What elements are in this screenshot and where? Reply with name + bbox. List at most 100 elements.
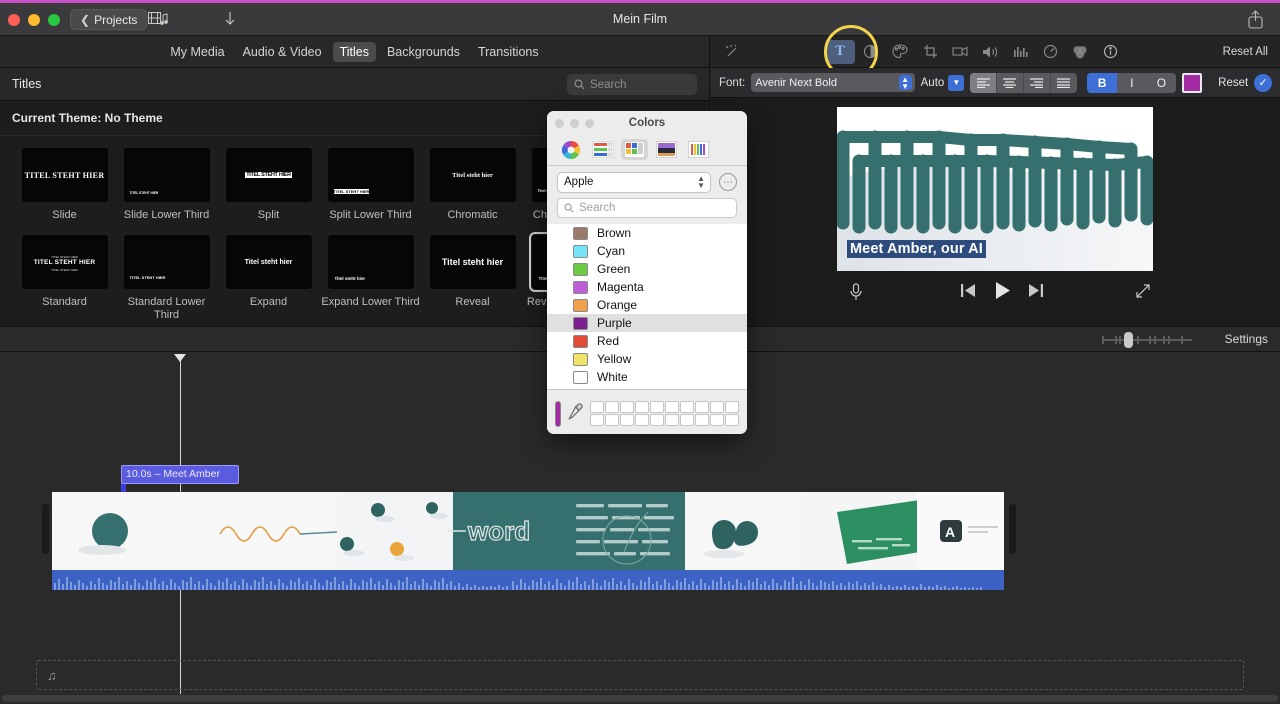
bold-button[interactable]: B [1087,72,1117,93]
search-input[interactable]: Search [567,74,697,95]
recent-color-cell[interactable] [620,401,634,413]
font-family-select[interactable]: Avenir Next Bold ▲ ▼ [751,73,915,92]
magic-wand-icon[interactable] [717,40,747,64]
recent-color-cell[interactable] [710,401,724,413]
recent-color-cell[interactable] [650,414,664,426]
tab-titles[interactable]: Titles [332,41,376,62]
swatch-row-orange[interactable]: Orange [547,296,747,314]
title-item-split-lower-third[interactable]: TITEL STEHT HIER Split Lower Third [320,148,421,235]
align-left-button[interactable] [970,72,998,93]
title-item-reveal[interactable]: Titel steht hier Reveal [422,235,523,322]
color-wheel-tab[interactable] [557,139,584,160]
swatch-row-red[interactable]: Red [547,332,747,350]
italic-button[interactable]: I [1117,73,1147,93]
video-clip-strip[interactable]: word A [52,492,1004,570]
recent-color-cell[interactable] [680,401,694,413]
title-item-expand-lower-third[interactable]: Titel steht hier Expand Lower Third [320,235,421,322]
zoom-knob[interactable] [1124,332,1133,348]
recent-color-cell[interactable] [695,401,709,413]
colors-close-button[interactable] [555,119,564,128]
download-icon[interactable] [224,11,236,30]
movie-audio-icon[interactable] [148,11,168,30]
color-palettes-tab[interactable] [621,139,648,160]
palette-options-button[interactable]: ⋯ [719,173,737,191]
image-palettes-tab[interactable] [653,139,680,160]
equalizer-icon[interactable] [1005,40,1035,64]
stabilization-icon[interactable] [945,40,975,64]
palette-select[interactable]: Apple ▲ ▼ [557,171,711,193]
title-item-slide[interactable]: TITEL STEHT HIER Slide [14,148,115,235]
colors-minimize-button[interactable] [570,119,579,128]
recent-color-cell[interactable] [605,401,619,413]
title-item-standard[interactable]: TITEL STEHT HIER TITEL STEHT HIER TITEL … [14,235,115,322]
title-clip[interactable]: 10.0s – Meet Amber [121,465,239,484]
timeline-zoom-slider[interactable] [1102,331,1192,349]
recent-color-cell[interactable] [695,414,709,426]
color-balance-icon[interactable] [855,40,885,64]
info-icon[interactable] [1095,40,1125,64]
text-color-swatch[interactable] [1182,72,1203,93]
recent-color-cell[interactable] [680,414,694,426]
crop-icon[interactable] [915,40,945,64]
colors-zoom-button[interactable] [585,119,594,128]
title-item-standard-lower-third[interactable]: TITEL STEHT HIER Standard Lower Third [116,235,217,322]
recent-color-cell[interactable] [725,401,739,413]
tab-audio-video[interactable]: Audio & Video [236,42,329,62]
recent-color-cell[interactable] [665,401,679,413]
voiceover-icon[interactable] [849,283,863,306]
swatch-row-brown[interactable]: Brown [547,224,747,242]
title-item-chromatic[interactable]: Titel steht hier Chromatic [422,148,523,235]
swatch-row-white[interactable]: White [547,368,747,386]
timeline-left-handle[interactable] [42,504,49,554]
tab-backgrounds[interactable]: Backgrounds [380,42,467,62]
swatch-row-purple[interactable]: Purple [547,314,747,332]
speed-icon[interactable] [1035,40,1065,64]
skip-forward-icon[interactable] [1029,284,1043,302]
title-item-expand[interactable]: Titel steht hier Expand [218,235,319,322]
recent-color-cell[interactable] [590,414,604,426]
recent-color-cell[interactable] [635,401,649,413]
share-icon[interactable] [1247,10,1264,34]
tab-transitions[interactable]: Transitions [471,42,546,62]
color-sliders-tab[interactable] [589,139,616,160]
recent-colors-grid[interactable] [590,401,739,426]
recent-color-cell[interactable] [620,414,634,426]
reset-all-button[interactable]: Reset All [1223,46,1268,58]
color-correction-icon[interactable] [885,40,915,64]
recent-color-cell[interactable] [665,414,679,426]
filters-icon[interactable] [1065,40,1095,64]
timeline-right-handle[interactable] [1009,504,1016,554]
music-drop-zone[interactable]: ♫ [36,660,1244,690]
recent-color-cell[interactable] [635,414,649,426]
recent-color-cell[interactable] [590,401,604,413]
outline-button[interactable]: O [1147,73,1177,93]
fullscreen-icon[interactable] [1135,283,1151,304]
title-item-split[interactable]: TITEL STEHT HIER Split [218,148,319,235]
align-right-button[interactable] [1024,72,1051,93]
horizontal-scrollbar[interactable] [2,695,1278,702]
projects-back-button[interactable]: ❮ Projects [70,9,148,30]
eyedropper-icon[interactable] [568,402,583,425]
font-size-select[interactable]: Auto ▼ [921,74,965,91]
current-color-well[interactable] [555,400,561,427]
recent-color-cell[interactable] [710,414,724,426]
title-item-slide-lower-third[interactable]: TITEL STEHT HIER Slide Lower Third [116,148,217,235]
reset-button[interactable]: Reset [1218,77,1248,89]
recent-color-cell[interactable] [725,414,739,426]
swatch-row-green[interactable]: Green [547,260,747,278]
tab-my-media[interactable]: My Media [163,42,231,62]
volume-icon[interactable] [975,40,1005,64]
settings-button[interactable]: Settings [1225,332,1268,346]
recent-color-cell[interactable] [650,401,664,413]
apply-check-button[interactable]: ✓ [1254,73,1272,92]
text-icon[interactable]: T [825,39,855,64]
play-icon[interactable] [994,282,1011,304]
skip-back-icon[interactable] [961,284,975,302]
video-frame[interactable]: Meet Amber, our AI [837,107,1153,271]
playhead-handle[interactable] [174,354,186,362]
audio-waveform[interactable] [52,570,1004,590]
pencils-tab[interactable] [685,139,712,160]
swatch-row-yellow[interactable]: Yellow [547,350,747,368]
align-justify-button[interactable] [1051,73,1078,93]
recent-color-cell[interactable] [605,414,619,426]
